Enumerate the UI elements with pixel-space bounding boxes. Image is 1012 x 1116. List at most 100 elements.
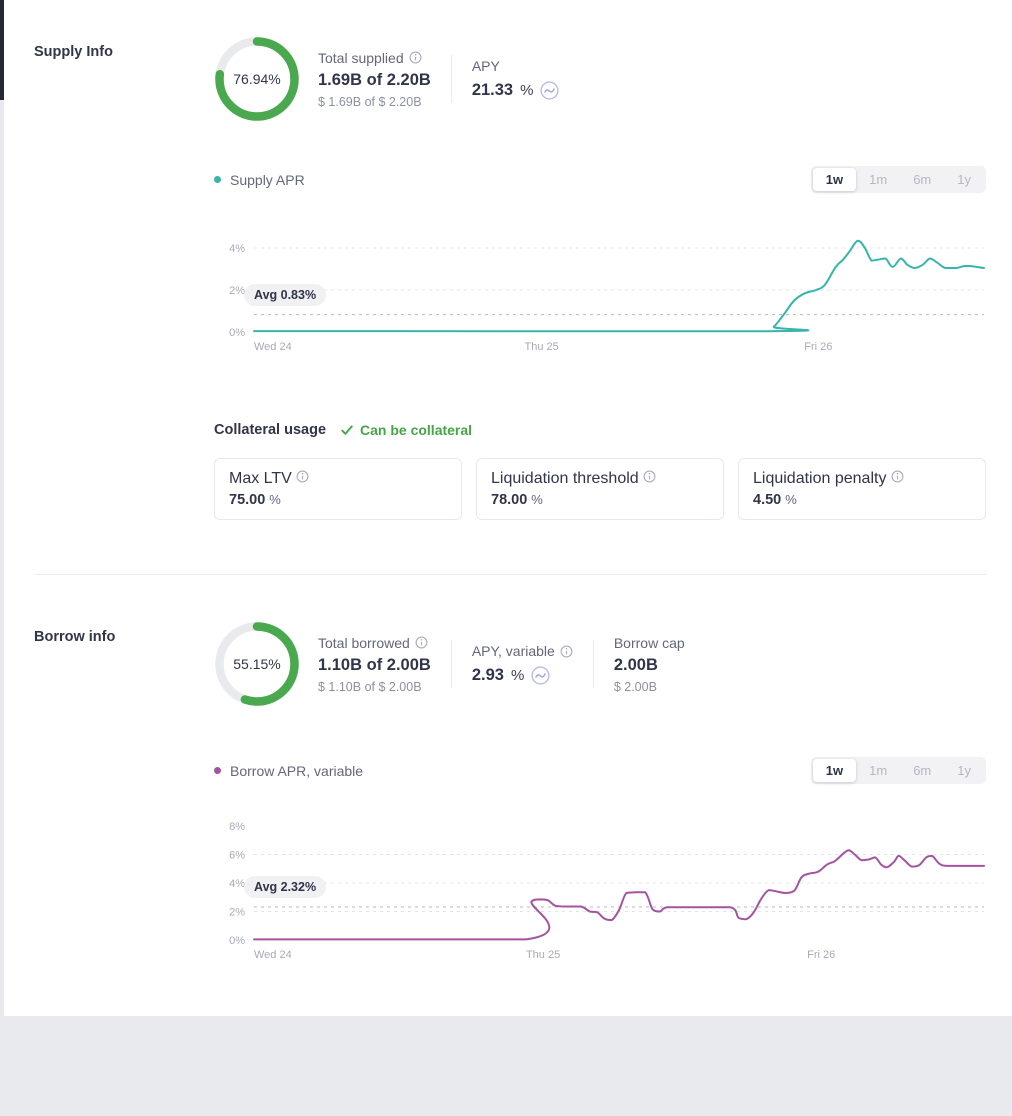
borrow-donut: 55.15% [214, 621, 300, 707]
svg-text:Wed 24: Wed 24 [254, 341, 292, 353]
apy-value: 21.33 [472, 81, 513, 100]
collateral-usage-block: Collateral usage Can be collateral Max L… [214, 422, 986, 520]
apy-unit: % [520, 82, 533, 99]
reserve-page: { "header": { "token_label": "USDT0", "t… [0, 0, 1012, 1064]
borrow-chart-header: Borrow APR, variable 1w 1m 6m 1y [214, 757, 986, 784]
borrow-apy-metric: APY, variable 2.93 % [472, 643, 573, 685]
borrow-section-content: 55.15% Total borrowed 1.10B of 2.00B $ 1… [214, 621, 986, 977]
percent-unit: % [531, 492, 543, 507]
supply-range-6m[interactable]: 6m [900, 168, 944, 191]
svg-text:Fri 26: Fri 26 [807, 949, 835, 961]
supply-section: Supply Info 76.94% Total supplied [34, 36, 986, 520]
svg-text:4%: 4% [229, 878, 245, 890]
total-supplied-metric: Total supplied 1.69B of 2.20B $ 1.69B of… [318, 50, 431, 109]
total-supplied-value: 1.69B of 2.20B [318, 71, 431, 90]
borrow-cap-usd: $ 2.00B [614, 680, 685, 694]
svg-text:6%: 6% [229, 850, 245, 862]
borrow-cap-metric: Borrow cap 2.00B $ 2.00B [614, 635, 685, 694]
merit-rewards-icon[interactable] [531, 666, 550, 685]
svg-text:2%: 2% [229, 285, 245, 297]
collateral-status-label: Can be collateral [360, 422, 472, 438]
svg-text:Thu 25: Thu 25 [524, 341, 558, 353]
svg-text:Wed 24: Wed 24 [254, 949, 292, 961]
total-borrowed-usd: $ 1.10B of $ 2.00B [318, 680, 431, 694]
svg-text:4%: 4% [229, 243, 245, 255]
vertical-divider [593, 640, 594, 688]
borrow-range-1w[interactable]: 1w [813, 759, 856, 782]
borrow-range-6m[interactable]: 6m [900, 759, 944, 782]
borrow-apr-chart[interactable]: 0% 2% 4% 6% 8% Wed 24 Thu 25 Fri 26 Avg 2.32% [214, 804, 986, 977]
info-icon[interactable] [643, 470, 656, 483]
supply-section-content: 76.94% Total supplied 1.69B of 2.20B $ 1… [214, 36, 986, 520]
max-ltv-card: Max LTV 75.00 % [214, 458, 462, 520]
section-divider [34, 574, 986, 575]
borrow-cap-label: Borrow cap [614, 635, 685, 651]
borrow-info-row: 55.15% Total borrowed 1.10B of 2.00B $ 1… [214, 621, 986, 707]
total-borrowed-metric: Total borrowed 1.10B of 2.00B $ 1.10B of… [318, 635, 431, 694]
percent-unit: % [785, 492, 797, 507]
liquidation-penalty-label: Liquidation penalty [753, 470, 886, 487]
borrow-donut-percentage: 55.15% [214, 621, 300, 707]
liquidation-threshold-card: Liquidation threshold 78.00 % [476, 458, 724, 520]
supply-avg-badge: Avg 0.83% [244, 284, 326, 306]
supply-chart-header: Supply APR 1w 1m 6m 1y [214, 166, 986, 193]
info-icon[interactable] [296, 470, 309, 483]
borrow-apy-unit: % [511, 667, 524, 684]
info-icon[interactable] [891, 470, 904, 483]
supply-range-1y[interactable]: 1y [944, 168, 984, 191]
liquidation-threshold-value: 78.00 [491, 492, 527, 508]
borrow-legend-label: Borrow APR, variable [230, 763, 363, 779]
supply-legend-dot [214, 176, 221, 183]
total-supplied-label: Total supplied [318, 50, 404, 66]
supply-range-selector: 1w 1m 6m 1y [811, 166, 986, 193]
borrow-range-1m[interactable]: 1m [856, 759, 900, 782]
vertical-divider [451, 640, 452, 688]
borrow-apy-value: 2.93 [472, 666, 504, 685]
merit-rewards-icon[interactable] [540, 81, 559, 100]
total-borrowed-label: Total borrowed [318, 635, 410, 651]
supply-apr-chart[interactable]: 0% 2% 4% Wed 24 Thu 25 Fri 26 Avg 0.83% [214, 213, 986, 368]
liquidation-threshold-label: Liquidation threshold [491, 470, 639, 487]
info-icon[interactable] [415, 636, 428, 649]
collateral-cards: Max LTV 75.00 % [214, 458, 986, 520]
max-ltv-value: 75.00 [229, 492, 265, 508]
svg-text:0%: 0% [229, 327, 245, 339]
borrow-cap-value: 2.00B [614, 656, 685, 675]
svg-text:8%: 8% [229, 821, 245, 833]
svg-text:0%: 0% [229, 935, 245, 947]
borrow-apr-legend: Borrow APR, variable [214, 763, 363, 779]
info-icon[interactable] [560, 645, 573, 658]
supply-info-row: 76.94% Total supplied 1.69B of 2.20B $ 1… [214, 36, 986, 122]
percent-unit: % [269, 492, 281, 507]
supply-range-1m[interactable]: 1m [856, 168, 900, 191]
supply-donut-percentage: 76.94% [214, 36, 300, 122]
total-borrowed-value: 1.10B of 2.00B [318, 656, 431, 675]
borrow-apy-label: APY, variable [472, 643, 555, 659]
svg-text:Thu 25: Thu 25 [526, 949, 560, 961]
total-supplied-usd: $ 1.69B of $ 2.20B [318, 95, 431, 109]
borrow-range-1y[interactable]: 1y [944, 759, 984, 782]
liquidation-penalty-value: 4.50 [753, 492, 781, 508]
info-icon[interactable] [409, 51, 422, 64]
can-be-collateral-status: Can be collateral [340, 422, 472, 438]
borrow-avg-badge: Avg 2.32% [244, 876, 326, 898]
supply-section-label: Supply Info [34, 36, 214, 520]
supply-range-1w[interactable]: 1w [813, 168, 856, 191]
svg-text:Fri 26: Fri 26 [804, 341, 832, 353]
liquidation-penalty-card: Liquidation penalty 4.50 % [738, 458, 986, 520]
supply-donut: 76.94% [214, 36, 300, 122]
borrow-section: Borrow info 55.15% Total borrowed [34, 621, 986, 977]
reserve-status-panel: Reserve status & configuration Supply In… [4, 0, 1012, 1016]
borrow-legend-dot [214, 767, 221, 774]
collateral-usage-title: Collateral usage [214, 422, 326, 438]
supply-apy-metric: APY 21.33 % [472, 58, 560, 100]
apy-label: APY [472, 58, 500, 74]
check-icon [340, 423, 354, 437]
max-ltv-label: Max LTV [229, 470, 292, 487]
borrow-section-label: Borrow info [34, 621, 214, 977]
vertical-divider [451, 55, 452, 103]
supply-legend-label: Supply APR [230, 172, 305, 188]
borrow-range-selector: 1w 1m 6m 1y [811, 757, 986, 784]
svg-text:2%: 2% [229, 907, 245, 919]
supply-apr-legend: Supply APR [214, 172, 305, 188]
